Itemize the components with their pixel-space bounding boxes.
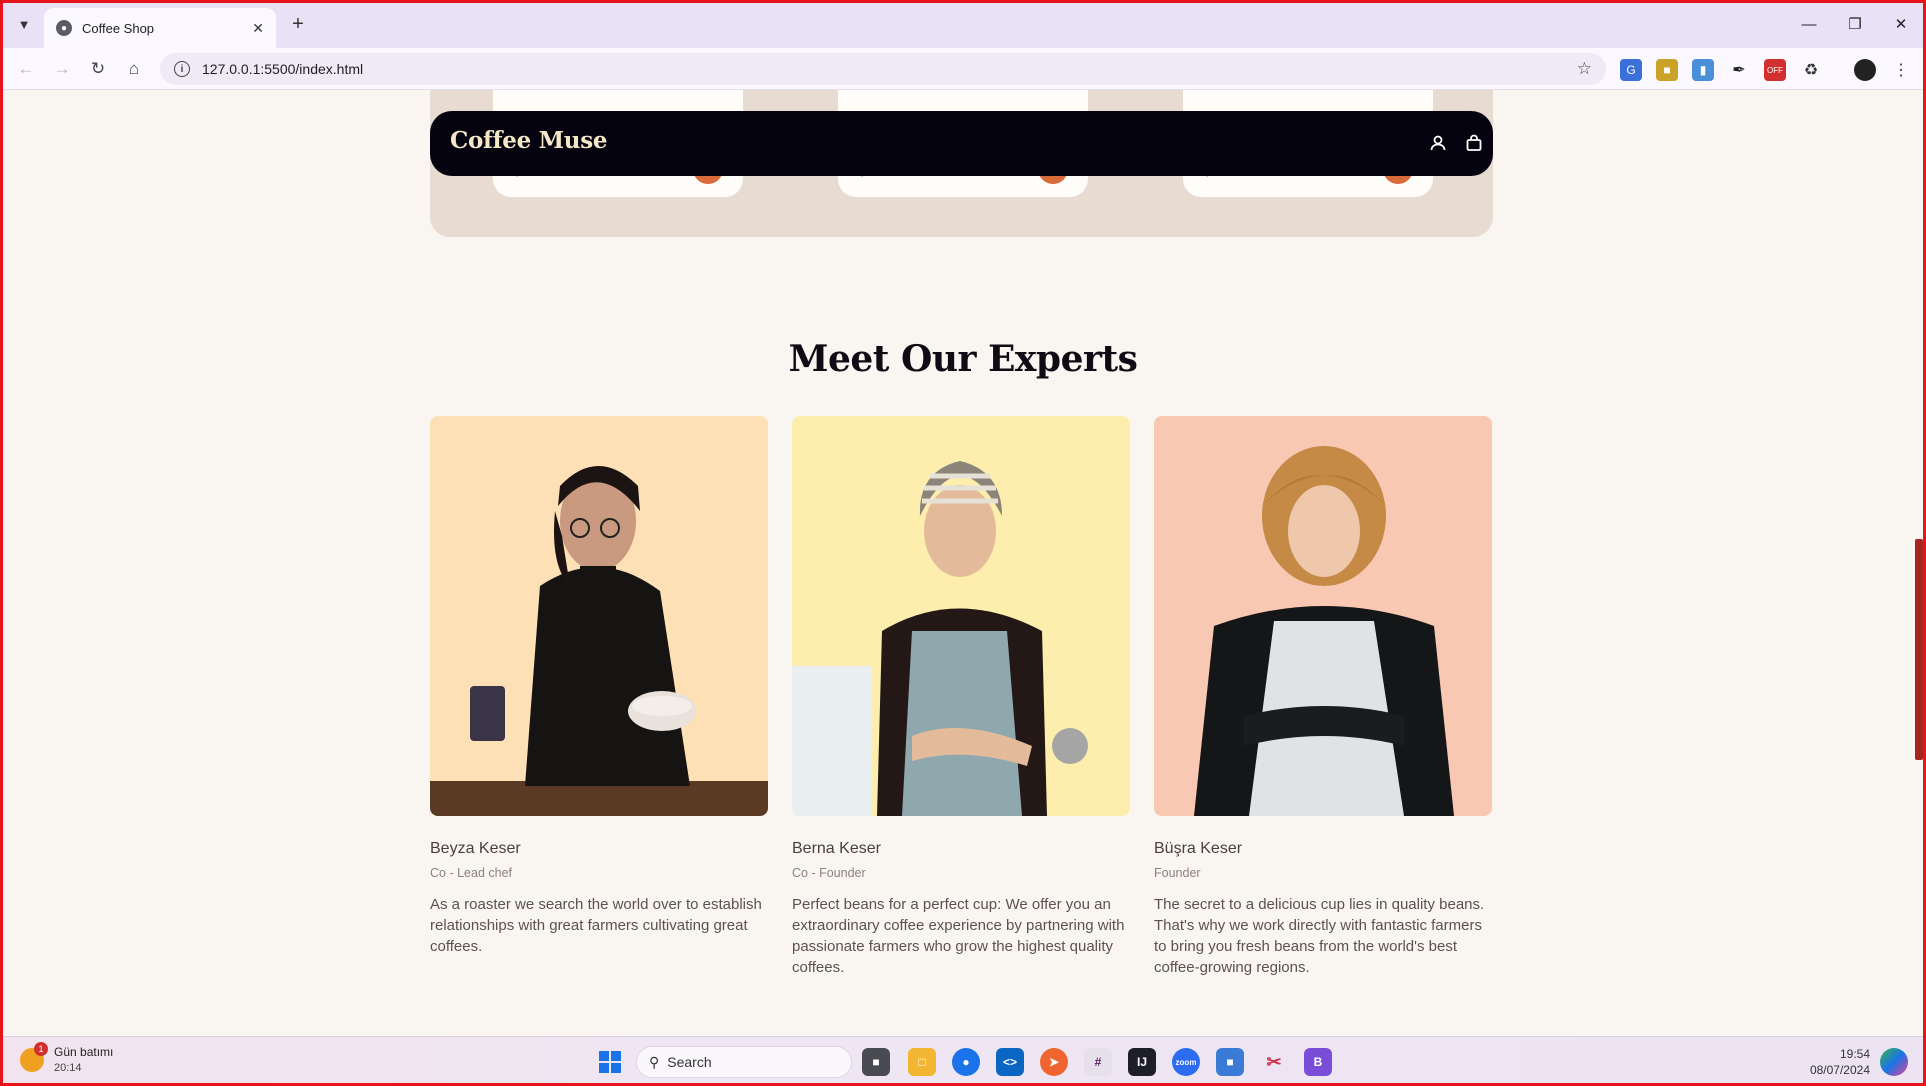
- weather-label: Gün batımı: [54, 1045, 114, 1059]
- tab-search-chevron-icon[interactable]: ▼: [11, 11, 37, 37]
- profile-avatar-icon[interactable]: [1854, 59, 1876, 81]
- restore-icon[interactable]: ❐: [1832, 10, 1878, 38]
- browser-toolbar: ← → ↻ ⌂ i 127.0.0.1:5500/index.html ☆ G …: [0, 48, 1926, 90]
- sunset-weather-icon: 1: [20, 1041, 48, 1072]
- taskbar-search[interactable]: ⚲ Search: [636, 1046, 852, 1078]
- site-navbar: Coffee Muse: [430, 111, 1493, 176]
- slack-icon[interactable]: #: [1084, 1048, 1112, 1076]
- extension-icon[interactable]: OFF: [1764, 59, 1786, 81]
- expert-photo: [792, 416, 1130, 816]
- forward-icon[interactable]: →: [48, 55, 76, 83]
- expert-card: Büşra Keser Founder The secret to a deli…: [1154, 416, 1492, 978]
- tab-close-icon[interactable]: ✕: [252, 20, 264, 37]
- bookmark-star-icon[interactable]: ☆: [1577, 59, 1592, 79]
- address-bar[interactable]: i 127.0.0.1:5500/index.html ☆: [160, 53, 1606, 85]
- clock-time: 19:54: [1839, 1047, 1870, 1061]
- taskbar-search-label: Search: [667, 1054, 712, 1070]
- extensions-puzzle-icon[interactable]: ♻: [1800, 59, 1822, 81]
- back-icon[interactable]: ←: [12, 55, 40, 83]
- scrollbar-thumb[interactable]: [1915, 539, 1923, 760]
- expert-photo: [430, 416, 768, 816]
- shopping-bag-icon[interactable]: [1461, 130, 1487, 156]
- expert-photo: [1154, 416, 1492, 816]
- expert-role: Co - Founder: [792, 866, 866, 880]
- expert-card: Beyza Keser Co - Lead chef As a roaster …: [430, 416, 768, 957]
- file-explorer-icon[interactable]: □: [908, 1048, 936, 1076]
- extension-icon[interactable]: ▮: [1692, 59, 1714, 81]
- system-clock[interactable]: 19:54 08/07/2024: [1810, 1046, 1870, 1078]
- snipping-tool-icon[interactable]: ✂: [1260, 1048, 1288, 1076]
- intellij-icon[interactable]: IJ: [1128, 1048, 1156, 1076]
- expert-role: Founder: [1154, 866, 1201, 880]
- expert-name: Beyza Keser: [430, 840, 521, 857]
- eyedropper-icon[interactable]: ✒: [1728, 59, 1750, 81]
- extension-icon[interactable]: ■: [1656, 59, 1678, 81]
- expert-name: Berna Keser: [792, 840, 881, 857]
- home-icon[interactable]: ⌂: [120, 55, 148, 83]
- copilot-icon[interactable]: [1880, 1048, 1908, 1076]
- expert-role: Co - Lead chef: [430, 866, 512, 880]
- user-icon[interactable]: [1425, 130, 1451, 156]
- page-viewport: $11 🛍 $15 🛍 $14 🛍 Coffee Muse Meet Our E…: [3, 90, 1923, 1036]
- windows-taskbar: 1 Gün batımı 20:14 ⚲ Search ■ □ ● <> ➤ #…: [0, 1036, 1926, 1086]
- weather-time: 20:14: [54, 1062, 82, 1074]
- url-text[interactable]: 127.0.0.1:5500/index.html: [202, 61, 1577, 77]
- chrome-icon[interactable]: ●: [952, 1048, 980, 1076]
- browser-tab[interactable]: ● Coffee Shop ✕: [44, 8, 276, 48]
- globe-icon: ●: [56, 20, 72, 36]
- search-icon: ⚲: [649, 1053, 660, 1070]
- clock-date: 08/07/2024: [1809, 1063, 1870, 1077]
- new-tab-icon[interactable]: +: [286, 12, 310, 36]
- expert-name: Büşra Keser: [1154, 840, 1243, 857]
- window-close-icon[interactable]: ✕: [1878, 10, 1924, 38]
- browser-tab-bar: ▼ ● Coffee Shop ✕ + — ❐ ✕: [0, 0, 1926, 48]
- expert-card: Berna Keser Co - Founder Perfect beans f…: [792, 416, 1130, 978]
- tab-title: Coffee Shop: [82, 20, 155, 36]
- section-title: Meet Our Experts: [788, 338, 1138, 380]
- brand-logo[interactable]: Coffee Muse: [450, 127, 607, 154]
- expert-bio: The secret to a delicious cup lies in qu…: [1154, 896, 1485, 976]
- reload-icon[interactable]: ↻: [84, 55, 112, 83]
- site-info-icon[interactable]: i: [174, 61, 190, 77]
- expert-bio: As a roaster we search the world over to…: [430, 896, 762, 955]
- zoom-icon[interactable]: zoom: [1172, 1048, 1200, 1076]
- weather-widget[interactable]: 1 Gün batımı 20:14: [20, 1041, 114, 1074]
- postman-icon[interactable]: ➤: [1040, 1048, 1068, 1076]
- expert-bio: Perfect beans for a perfect cup: We offe…: [792, 896, 1125, 976]
- app-icon[interactable]: ■: [1216, 1048, 1244, 1076]
- notification-badge: 1: [34, 1041, 48, 1056]
- bootstrap-icon[interactable]: B: [1304, 1048, 1332, 1076]
- windows-start-icon[interactable]: [596, 1048, 624, 1076]
- task-view-icon[interactable]: ■: [862, 1048, 890, 1076]
- translate-extension-icon[interactable]: G: [1620, 59, 1642, 81]
- menu-kebab-icon[interactable]: ⋮: [1890, 59, 1912, 81]
- minimize-icon[interactable]: —: [1786, 10, 1832, 38]
- vscode-icon[interactable]: <>: [996, 1048, 1024, 1076]
